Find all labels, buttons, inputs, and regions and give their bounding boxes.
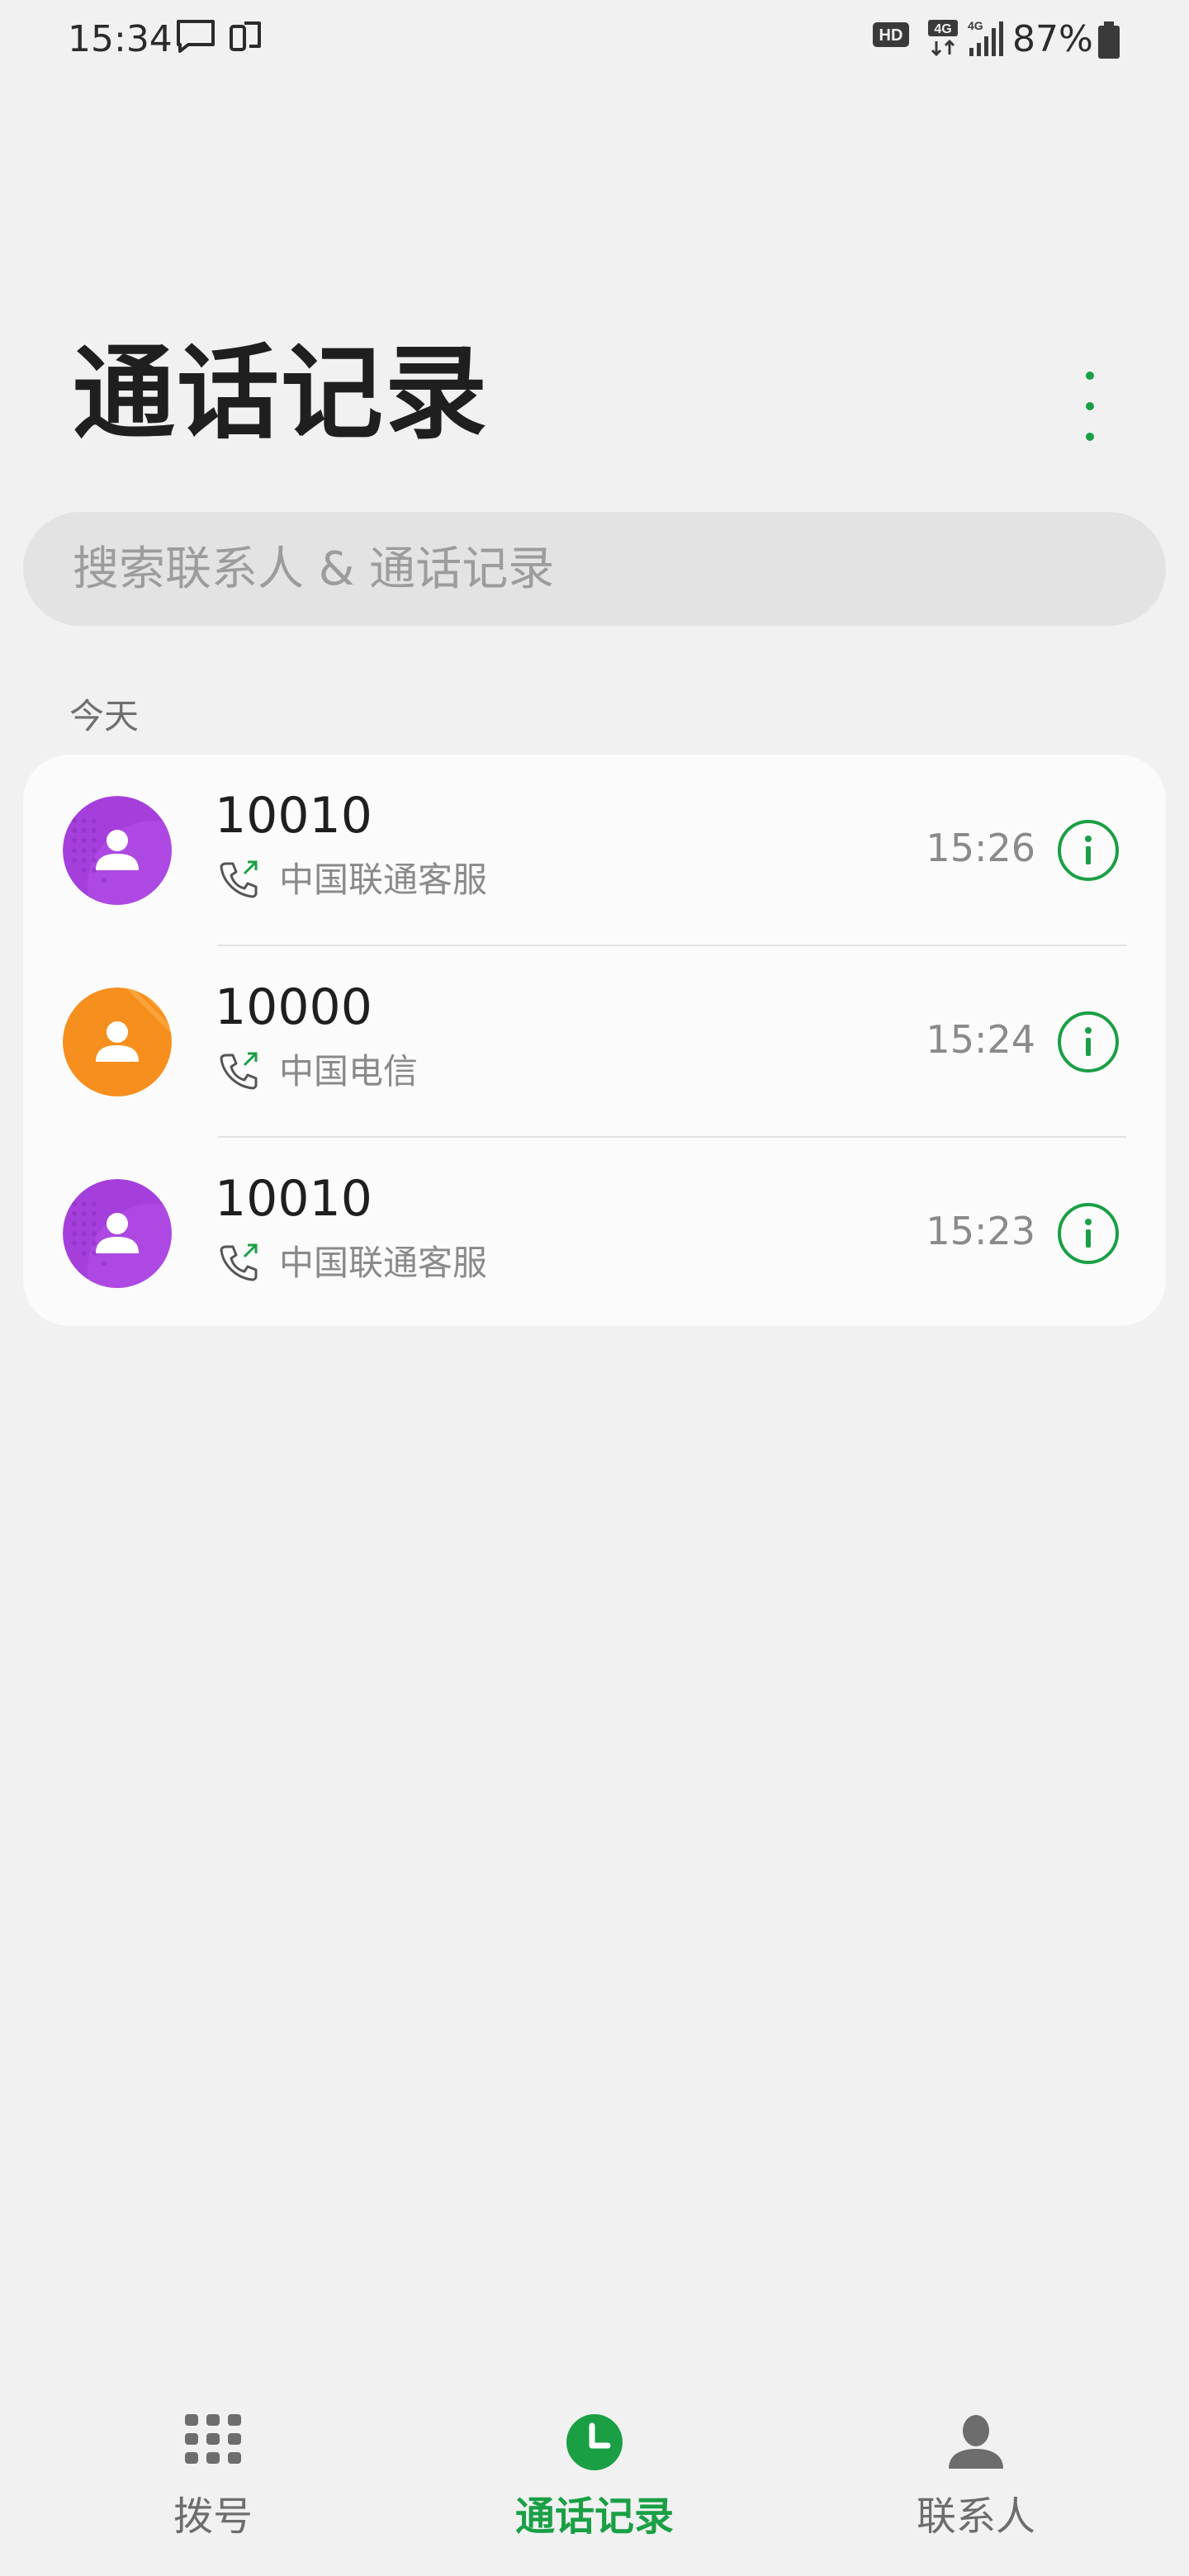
page-title: 通话记录 (73, 334, 490, 453)
svg-text:4G: 4G (934, 22, 951, 36)
call-row[interactable]: 10010 中国联通客服 15:23 (23, 1138, 1166, 1329)
nav-label-dialpad: 拨号 (173, 2493, 253, 2540)
outgoing-call-icon (218, 1049, 261, 1095)
avatar (63, 1179, 172, 1288)
call-time: 15:23 (926, 1209, 1035, 1253)
info-icon (1058, 820, 1119, 881)
call-number: 10010 (215, 787, 372, 845)
info-icon (1058, 1011, 1119, 1073)
status-bar: 15:34 HD 4G 4G 87% (0, 0, 1189, 83)
more-dot (1086, 402, 1094, 410)
clock-icon (565, 2413, 624, 2475)
call-row[interactable]: 10000 中国电信 15:24 (23, 946, 1166, 1138)
outgoing-call-icon (218, 1240, 261, 1286)
person-icon (947, 2413, 1005, 2474)
avatar (63, 796, 172, 905)
outgoing-call-icon (218, 857, 261, 903)
search-input[interactable]: 搜索联系人 & 通话记录 (23, 512, 1166, 626)
message-icon (175, 18, 216, 58)
call-time: 15:24 (926, 1017, 1035, 1062)
battery-percent: 87% (1012, 18, 1093, 60)
more-vertical-icon (1086, 372, 1094, 380)
nav-tab-dialpad[interactable]: 拨号 (89, 2378, 337, 2543)
call-number: 10010 (215, 1170, 372, 1228)
call-number: 10000 (215, 978, 372, 1036)
svg-text:HD: HD (879, 26, 903, 45)
svg-text:4G: 4G (968, 19, 983, 32)
nav-label-contacts: 联系人 (916, 2493, 1035, 2540)
dual-screen-icon (228, 18, 264, 58)
hd-icon: HD (872, 21, 910, 51)
call-label: 中国电信 (279, 1051, 419, 1091)
4g-signal-icon: 4G (966, 18, 1006, 61)
call-list: 10010 中国联通客服 15:26 10000 中国电信 15:24 1001… (23, 755, 1166, 1326)
bottom-nav: 拨号 通话记录 联系人 (0, 2378, 1189, 2576)
call-row[interactable]: 10010 中国联通客服 15:26 (23, 755, 1166, 946)
search-placeholder: 搜索联系人 & 通话记录 (73, 542, 555, 596)
info-button[interactable] (1057, 1011, 1120, 1073)
4g-data-icon: 4G (926, 18, 961, 61)
call-label: 中国联通客服 (279, 859, 488, 900)
info-button[interactable] (1057, 819, 1120, 882)
section-label-today: 今天 (69, 696, 140, 736)
nav-label-recents: 通话记录 (514, 2493, 674, 2540)
status-time: 15:34 (68, 18, 173, 60)
call-time: 15:26 (926, 826, 1035, 870)
nav-tab-recents[interactable]: 通话记录 (471, 2378, 718, 2543)
avatar (63, 987, 172, 1096)
more-dot (1086, 433, 1094, 441)
nav-tab-contacts[interactable]: 联系人 (852, 2378, 1100, 2543)
info-icon (1058, 1203, 1119, 1264)
dialpad-icon (183, 2413, 243, 2469)
call-label: 中国联通客服 (279, 1243, 488, 1283)
battery-icon (1097, 21, 1121, 63)
info-button[interactable] (1057, 1202, 1120, 1265)
more-options-button[interactable] (1065, 372, 1115, 441)
